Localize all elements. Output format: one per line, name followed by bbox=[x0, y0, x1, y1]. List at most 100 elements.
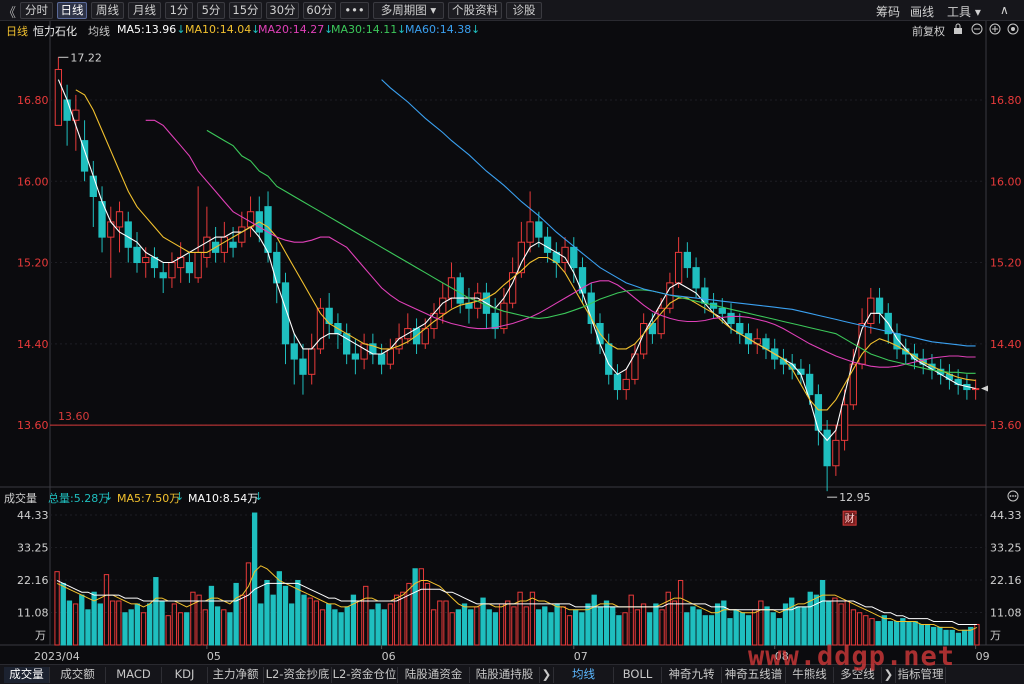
volume-bar bbox=[789, 597, 795, 646]
indicator-tab-1[interactable]: 成交额 bbox=[50, 667, 106, 683]
indicator-tab-4[interactable]: 主力净额 bbox=[208, 667, 264, 683]
candle-body bbox=[308, 348, 316, 375]
collapse-icon[interactable]: ∧ bbox=[1000, 3, 1009, 17]
volume-bar bbox=[369, 609, 375, 646]
volume-settings-icon[interactable] bbox=[1007, 490, 1019, 505]
tab-weekly[interactable]: 周线 bbox=[91, 2, 124, 19]
volume-total: 总量:5.28万 bbox=[48, 492, 110, 505]
volume-bar bbox=[326, 603, 332, 646]
candle-body bbox=[832, 439, 840, 467]
volume-ma10-arrow: ↓ bbox=[254, 490, 264, 503]
date-tick: 2023/04 bbox=[34, 650, 80, 663]
volume-bar bbox=[702, 615, 708, 646]
volume-tick-left: 44.33 bbox=[17, 509, 49, 522]
indicator-tab-8[interactable]: 陆股通持股 bbox=[470, 667, 540, 683]
volume-bar bbox=[461, 603, 468, 646]
candle-body bbox=[613, 373, 622, 391]
diagnose-button[interactable]: 诊股 bbox=[506, 2, 542, 19]
volume-bar bbox=[363, 585, 369, 646]
indicator-tab-10[interactable]: 均线 bbox=[554, 667, 614, 683]
candle-body bbox=[674, 251, 683, 284]
tab-fenshi[interactable]: 分时 bbox=[20, 2, 53, 19]
tab-monthly[interactable]: 月线 bbox=[128, 2, 161, 19]
tab-15min[interactable]: 15分 bbox=[229, 2, 262, 19]
volume-bar bbox=[616, 615, 622, 646]
volume-bar bbox=[60, 582, 66, 646]
volume-bar bbox=[270, 594, 276, 646]
volume-tick-left: 33.25 bbox=[17, 541, 49, 554]
candle-body bbox=[456, 277, 464, 304]
volume-bar bbox=[375, 603, 381, 646]
price-tick-right: 16.80 bbox=[990, 94, 1022, 107]
multi-period-dropdown[interactable]: 多周期图 ▾ bbox=[373, 2, 444, 19]
volume-tick-right: 33.25 bbox=[990, 541, 1022, 554]
volume-bar bbox=[406, 582, 412, 646]
more-periods-button[interactable]: ••• bbox=[340, 2, 369, 19]
candle-body bbox=[290, 343, 298, 360]
volume-bar bbox=[838, 603, 844, 646]
tab-1min[interactable]: 1分 bbox=[165, 2, 193, 19]
volume-bar bbox=[221, 609, 227, 646]
indicator-tab-3[interactable]: KDJ bbox=[162, 667, 208, 683]
volume-bar bbox=[393, 594, 400, 646]
indicator-tab-12[interactable]: 神奇九转 bbox=[662, 667, 722, 683]
indicator-tab-9[interactable]: ❯ bbox=[540, 667, 554, 683]
volume-bar bbox=[128, 609, 134, 646]
tools-button[interactable]: 工具 ▾ bbox=[947, 3, 981, 20]
indicator-tab-6[interactable]: L2-资金仓位 bbox=[332, 667, 398, 683]
volume-bar bbox=[412, 568, 418, 646]
price-tick-left: 15.20 bbox=[17, 257, 49, 270]
volume-bar bbox=[307, 597, 313, 646]
volume-legend: 成交量 总量:5.28万 ↓ MA5:7.50万 ↓ MA10:8.54万 ↓ bbox=[0, 488, 1024, 506]
tab-daily[interactable]: 日线 bbox=[57, 2, 87, 19]
candle-body bbox=[299, 358, 307, 375]
price-volume-chart[interactable]: 13.60 13.60 14.40 14.40 15.20 15.20 16.00 16.00… bbox=[0, 21, 1024, 665]
date-tick: 06 bbox=[382, 650, 396, 663]
volume-bar bbox=[795, 606, 801, 646]
price-tick-left: 13.60 bbox=[17, 419, 49, 432]
tab-30min[interactable]: 30分 bbox=[266, 2, 299, 19]
volume-bar bbox=[955, 632, 962, 646]
volume-bar bbox=[424, 582, 431, 646]
indicator-tab-2[interactable]: MACD bbox=[106, 667, 162, 683]
date-tick: 05 bbox=[207, 650, 221, 663]
candle-body bbox=[351, 353, 360, 360]
chips-button[interactable]: 筹码 bbox=[876, 3, 900, 20]
candle-body bbox=[229, 241, 237, 248]
candle-body bbox=[683, 251, 691, 269]
candle-body bbox=[692, 267, 700, 289]
profile-button[interactable]: 个股资料 bbox=[448, 2, 502, 19]
candle-body bbox=[395, 338, 403, 350]
candle-body bbox=[727, 312, 735, 325]
back-icon[interactable]: 《 bbox=[3, 2, 16, 21]
volume-bar bbox=[208, 585, 215, 646]
indicator-tab-5[interactable]: L2-资金抄底 bbox=[264, 667, 332, 683]
volume-bar bbox=[671, 600, 678, 646]
indicator-tab-7[interactable]: 陆股通资金 bbox=[398, 667, 470, 683]
volume-tick-left: 11.08 bbox=[17, 607, 49, 620]
indicator-tab-0[interactable]: 成交量 bbox=[4, 667, 50, 683]
period-toolbar: 《 分时 日线 周线 月线 1分 5分 15分 30分 60分 ••• 多周期图 ▾ 个股资料 诊股 筹… bbox=[0, 0, 1024, 21]
tab-60min[interactable]: 60分 bbox=[303, 2, 336, 19]
volume-bar bbox=[542, 606, 548, 646]
indicator-tab-11[interactable]: BOLL bbox=[614, 667, 662, 683]
volume-bar bbox=[227, 612, 233, 646]
volume-bar bbox=[498, 603, 505, 646]
volume-bar bbox=[535, 609, 542, 646]
volume-bar bbox=[214, 606, 221, 646]
volume-bar bbox=[116, 600, 122, 646]
candle-body bbox=[273, 251, 281, 284]
volume-bar bbox=[647, 612, 653, 646]
volume-bar bbox=[245, 562, 252, 646]
ma-line-ma10 bbox=[75, 89, 976, 411]
volume-bar bbox=[714, 603, 721, 646]
volume-bar bbox=[591, 594, 597, 646]
tab-5min[interactable]: 5分 bbox=[197, 2, 225, 19]
volume-bar bbox=[653, 603, 659, 646]
candle-body bbox=[657, 307, 665, 335]
draw-button[interactable]: 画线 bbox=[910, 3, 934, 20]
candle-body bbox=[648, 323, 657, 335]
volume-bar bbox=[400, 591, 406, 646]
volume-bar bbox=[165, 615, 171, 646]
candle-body bbox=[89, 175, 97, 197]
